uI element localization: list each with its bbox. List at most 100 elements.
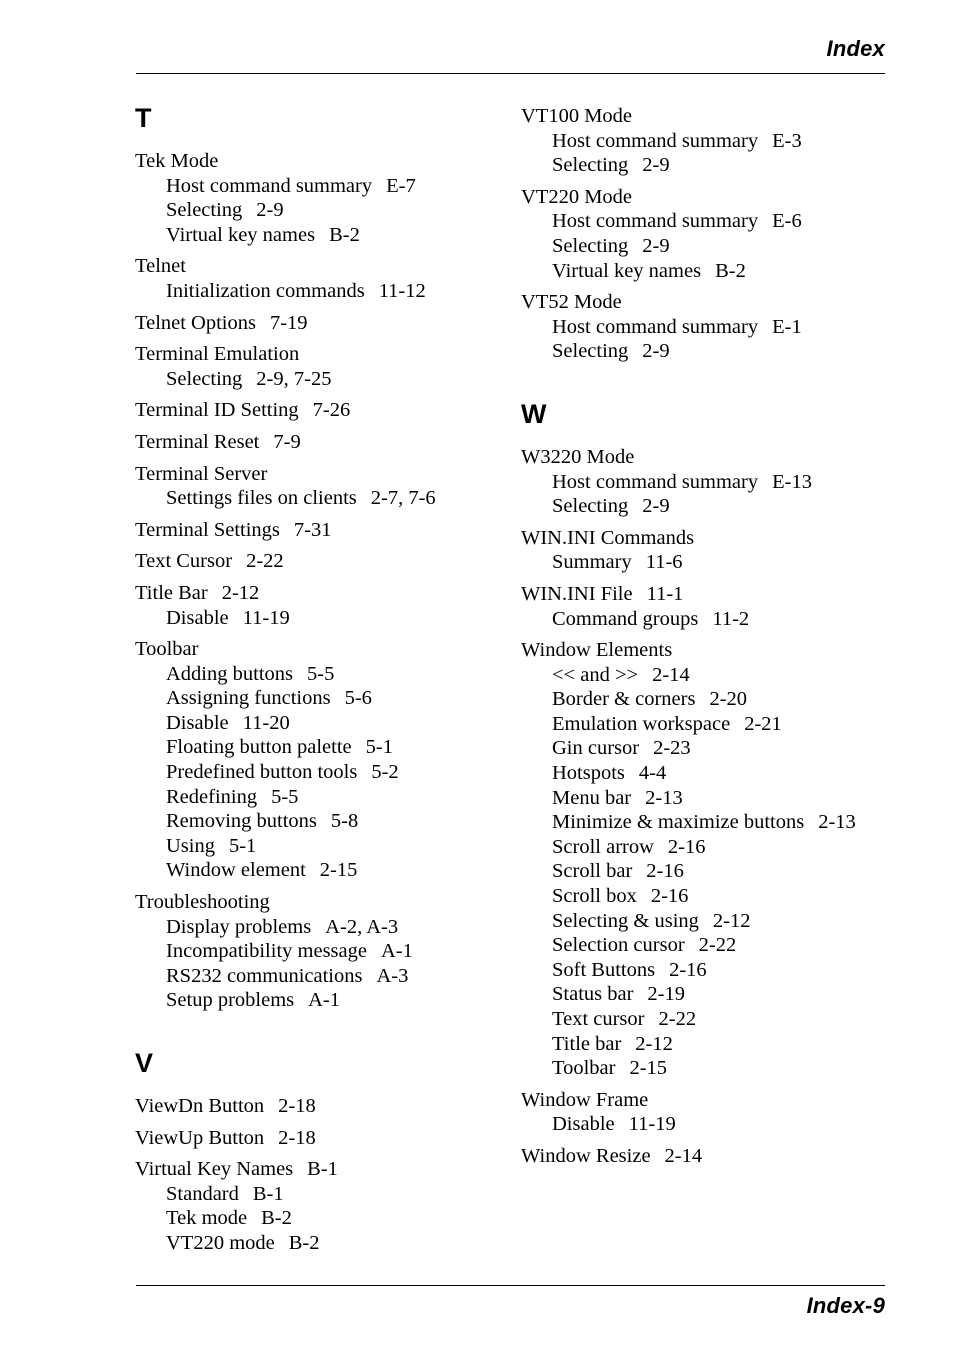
index-entry-label: Virtual key names [552,259,702,282]
index-entry-sub: Removing buttons 5-8 [135,809,520,834]
index-entry-label: Adding buttons [166,662,293,685]
index-entry-sub: Settings files on clients 2-7, 7-6 [135,486,520,511]
index-entry-page-ref: 11-20 [242,711,290,734]
index-entry-group: ViewUp Button 2-18 [135,1126,520,1151]
index-entry-page-ref: 2-7, 7-6 [370,487,436,510]
index-entry-page-ref: 5-5 [307,662,335,685]
index-entry-sub: Selecting 2-9 [135,198,520,223]
index-entry-label: Assigning functions [166,687,331,710]
index-entry-sub: Selecting 2-9, 7-25 [135,367,520,392]
index-entry-label: VT100 Mode [521,105,633,127]
index-entry-label: Toolbar [135,638,199,661]
index-entry-label: Disable [166,606,229,629]
index-entry-sub: Virtual key names B-2 [135,223,520,248]
footer-rule [136,1285,885,1286]
index-entry-main: Window Resize 2-14 [521,1144,906,1169]
index-entry-label: Virtual key names [166,223,316,246]
index-entry-sub: Selecting 2-9 [521,234,906,259]
folio: Index-9 [806,1293,885,1318]
index-entry-main: Tek Mode [135,149,520,174]
index-entry-label: Standard [166,1182,239,1205]
index-entry-page-ref: 2-9 [642,340,670,363]
index-entry-page-ref: A-3 [376,964,409,987]
index-entry-page-ref: B-2 [261,1207,292,1230]
index-entry-label: Selecting [552,234,629,257]
index-entry-page-ref: 2-18 [278,1095,316,1117]
index-entry-sub: Title bar 2-12 [521,1032,906,1057]
index-entry-group: Window Resize 2-14 [521,1144,906,1169]
index-entry-sub: Host command summary E-7 [135,174,520,199]
index-entry-label: Selection cursor [552,934,685,957]
index-entry-page-ref: 2-13 [818,811,856,834]
index-entry-page-ref: 11-6 [645,551,683,574]
index-entry-main: VT100 Mode [521,104,906,129]
index-section-letter: W [521,398,547,429]
index-entry-group: Window Frame Disable 11-19 [521,1088,906,1137]
index-entry-sub: Incompatibility message A-1 [135,939,520,964]
index-entry-label: Floating button palette [166,736,352,759]
index-entry-label: Selecting [166,367,243,390]
index-entry-label: Selecting [552,495,629,518]
index-entry-label: Emulation workspace [552,712,731,735]
index-entry-label: Telnet [135,255,186,278]
index-entry-sub: Selecting 2-9 [521,339,906,364]
page-title: Index [826,36,885,61]
index-entry-sub: Predefined button tools 5-2 [135,760,520,785]
index-entry-group: Telnet Options 7-19 [135,311,520,336]
index-entry-sub: Selecting 2-9 [521,153,906,178]
index-entry-page-ref: 2-9 [256,199,284,222]
index-entry-sub: Selection cursor 2-22 [521,933,906,958]
index-entry-main: Terminal ID Setting 7-26 [135,398,520,423]
index-entry-page-ref: 2-12 [635,1032,673,1055]
index-entry-main: Telnet Options 7-19 [135,311,520,336]
index-entry-group: W3220 Mode Host command summary E-13 Select… [521,445,906,519]
index-entry-label: Window Frame [521,1088,649,1111]
index-entry-label: Window element [166,859,306,882]
page-footer: Index-9 [136,1292,885,1320]
index-entry-sub: Selecting & using 2-12 [521,909,906,934]
index-entry-group: WIN.INI Commands Summary 11-6 [521,526,906,575]
index-entry-page-ref: B-1 [307,1158,338,1181]
index-entry-label: Terminal Settings [135,518,280,541]
index-entry-label: Minimize & maximize buttons [552,811,805,834]
index-entry-page-ref: 7-9 [273,430,301,453]
index-entry-label: W3220 Mode [521,445,635,468]
index-entry-sub: Host command summary E-6 [521,209,906,234]
index-entry-page-ref: 2-9, 7-25 [256,367,332,390]
index-entry-label: Scroll bar [552,860,633,883]
index-entry-page-ref: 5-5 [271,785,299,808]
index-entry-sub: Host command summary E-3 [521,129,906,154]
index-entry-label: Host command summary [552,210,759,233]
index-entry-sub: Text cursor 2-22 [521,1007,906,1032]
index-entry-label: ViewUp Button [135,1126,265,1149]
index-entry-main: Window Elements [521,638,906,663]
index-entry-group: Virtual Key Names B-1 Standard B-1 Tek mode B… [135,1157,520,1255]
index-entry-page-ref: 2-16 [646,860,684,883]
index-entry-label: Initialization commands [166,279,365,302]
index-entry-sub: Selecting 2-9 [521,494,906,519]
index-entry-label: Host command summary [552,315,759,338]
index-entry-main: Text Cursor 2-22 [135,549,520,574]
index-entry-group: Terminal Reset 7-9 [135,430,520,455]
index-entry-label: Selecting [166,199,243,222]
index-entry-sub: Soft Buttons 2-16 [521,958,906,983]
index-entry-label: Settings files on clients [166,487,357,510]
index-entry-sub: Initialization commands 11-12 [135,279,520,304]
index-entry-page-ref: E-3 [772,129,802,152]
index-entry-sub: Setup problems A-1 [135,988,520,1013]
index-entry-group: Troubleshooting Display problems A-2, A-3 I… [135,890,520,1013]
index-entry-page-ref: 2-19 [647,983,685,1006]
index-entry-group: Terminal Emulation Selecting 2-9, 7-25 [135,342,520,391]
index-entry-label: Hotspots [552,762,625,785]
running-head: Index [136,36,885,82]
index-entry-page-ref: 11-19 [242,606,290,629]
index-entry-sub: Menu bar 2-13 [521,786,906,811]
index-entry-group: Terminal Server Settings files on clients… [135,462,520,511]
index-entry-main: Terminal Reset 7-9 [135,430,520,455]
index-entry-page-ref: 2-23 [653,737,691,760]
index-entry-label: Scroll box [552,885,637,908]
index-entry-page-ref: 2-13 [645,786,683,809]
index-entry-group: Toolbar Adding buttons 5-5 Assigning functi… [135,637,520,883]
index-entry-page-ref: 7-31 [293,518,332,541]
index-entry-sub: Disable 11-19 [135,606,520,631]
